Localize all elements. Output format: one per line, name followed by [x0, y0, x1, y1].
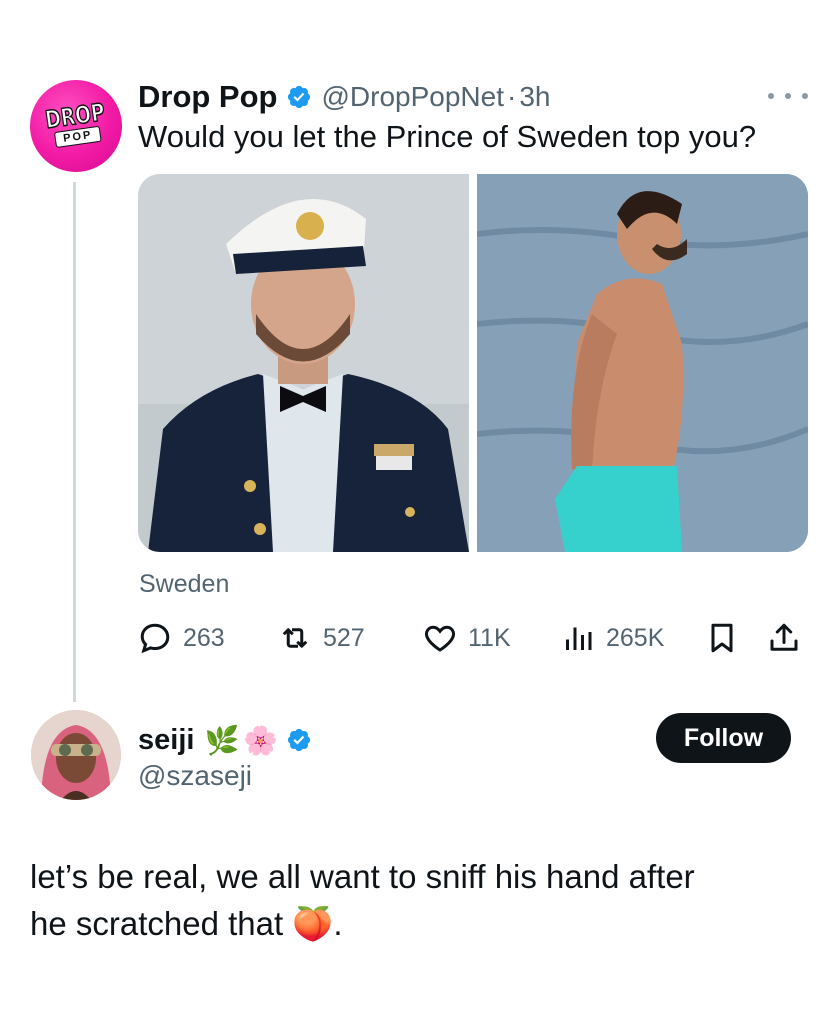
bookmark-icon	[711, 623, 733, 653]
post-author-handle[interactable]: @DropPopNet	[322, 81, 505, 113]
follow-button[interactable]: Follow	[656, 713, 791, 763]
seiji-avatar-photo-icon	[31, 710, 121, 800]
peach-emoji-icon: 🍑	[292, 905, 334, 942]
repost-action[interactable]: 527	[277, 620, 365, 656]
bookmark-action[interactable]	[704, 620, 740, 656]
drop-pop-logo: DROP POP	[36, 97, 117, 149]
herb-emoji-icon: 🌿	[204, 724, 240, 756]
post-timestamp[interactable]: 3h	[519, 81, 550, 113]
views-count: 265K	[606, 623, 665, 652]
media-photo-left[interactable]	[138, 174, 469, 552]
drop-pop-avatar[interactable]: DROP POP	[30, 80, 122, 172]
reply-author-name[interactable]: seiji	[138, 724, 194, 757]
post-author-name[interactable]: Drop Pop	[138, 79, 278, 115]
heart-icon	[425, 625, 455, 652]
views-action[interactable]: 265K	[560, 620, 664, 656]
location-label[interactable]: Sweden	[139, 570, 229, 599]
post-header: Drop Pop @DropPopNet · 3h	[138, 75, 551, 119]
share-upload-icon	[770, 623, 798, 651]
verified-badge-icon	[287, 85, 310, 109]
post-media[interactable]	[138, 174, 808, 552]
like-count: 11K	[468, 623, 511, 652]
reply-action[interactable]: 263	[137, 620, 225, 656]
views-bar-chart-icon	[566, 627, 592, 650]
seiji-avatar[interactable]	[31, 710, 121, 800]
share-action[interactable]	[766, 620, 802, 656]
prince-uniform-photo-icon	[138, 174, 469, 552]
thread-connector-line	[73, 182, 76, 702]
blossom-emoji-icon: 🌸	[243, 724, 279, 756]
reply-author-row: seiji 🌿 🌸	[138, 720, 312, 760]
reply-text: let’s be real, we all want to sniff his …	[30, 858, 695, 942]
media-photo-right[interactable]	[477, 174, 808, 552]
header-separator: ·	[507, 81, 517, 112]
verified-badge-icon	[288, 728, 311, 752]
repost-icon	[282, 628, 308, 648]
like-action[interactable]: 11K	[422, 620, 511, 656]
reply-author-handle[interactable]: @szaseji	[138, 760, 252, 792]
post-text: Would you let the Prince of Sweden top y…	[138, 119, 757, 154]
shirtless-man-sea-photo-icon	[477, 174, 808, 552]
more-options-icon[interactable]	[768, 84, 808, 108]
repost-count: 527	[323, 623, 365, 652]
reply-bubble-icon	[140, 623, 170, 654]
reply-count: 263	[183, 623, 225, 652]
